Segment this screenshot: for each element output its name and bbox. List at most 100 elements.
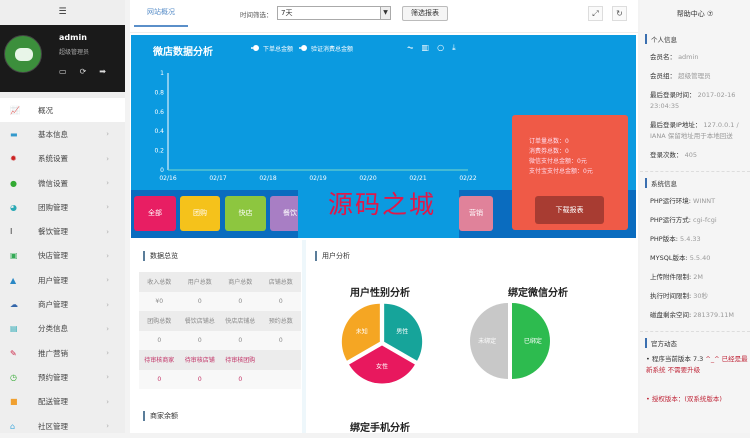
x-tick-label: 02/19 [309, 175, 326, 182]
sidebar-item[interactable]: ◷ 预约管理 › [0, 365, 125, 389]
sidebar-item-label: 快店管理 [38, 251, 68, 261]
bar-chart-icon[interactable]: ▥ [422, 43, 430, 53]
menu-icon: ▤ [10, 324, 18, 334]
help-center-link[interactable]: 帮助中心 ⑦ [640, 0, 750, 28]
refresh-icon[interactable]: ⟳ [80, 67, 87, 76]
sidebar-item-label: 社区管理 [38, 421, 68, 431]
sidebar-item-label: 系统设置 [38, 154, 68, 164]
sidebar-item[interactable]: ● 微信设置 › [0, 171, 125, 195]
filter-report-button[interactable]: 筛选报表 [402, 6, 448, 21]
watermark: 源码之城 [328, 190, 437, 219]
pie-label: 未绑定 [478, 337, 496, 345]
gender-pie-title: 用户性别分析 [350, 288, 410, 299]
menu-icon: ✹ [10, 154, 17, 164]
x-tick-label: 02/18 [259, 175, 276, 182]
stat-value: 0 [179, 330, 220, 350]
sidebar-item-label: 餐饮管理 [38, 227, 68, 237]
sidebar-menu: 📈 概况 ▬ 基本信息 › ✹ 系统设置 › ● 微信设置 › ◕ 团购管理 › Ⅰ 餐饮管理 › ▣ 快店管理 › ▲… [0, 98, 125, 438]
coupon-total: 消费券总数：0 [529, 148, 569, 155]
news-heading: 官方动态 [645, 338, 750, 348]
license-news[interactable]: • 授权版本：(双系统版本) [640, 394, 750, 405]
stat-value: 0 [139, 330, 180, 350]
download-icon[interactable]: ⤓ [452, 43, 456, 53]
main-content: 网站概况 时间筛选： 7天 ▼ 筛选报表 ⤢ ↻ 微店数据分析 下单总金额 验证消… [130, 0, 638, 434]
personal-info-row: 会员组： 超级管理员 [650, 72, 711, 80]
menu-icon: ▬ [10, 129, 18, 139]
menu-icon: ◕ [10, 202, 17, 212]
category-button[interactable]: 营销 [459, 196, 493, 231]
refresh-icon[interactable]: ↻ [612, 6, 627, 21]
menu-icon: ◷ [10, 372, 17, 382]
sidebar-item-label: 概况 [38, 105, 53, 115]
version-news: • 程序当前版本 7.3 ^_^ 已经是最新系统 不需要升级 [646, 355, 748, 374]
category-button[interactable]: 团购 [180, 196, 220, 231]
user-role: 超级管理员 [59, 49, 90, 56]
pie-label: 未知 [356, 327, 368, 335]
line-chart-icon[interactable]: ⏦ [407, 43, 414, 53]
legend-item[interactable]: 下单总金额 [253, 44, 293, 53]
download-report-button[interactable]: 下载报表 [535, 196, 604, 224]
stat-value: 0 [260, 330, 301, 350]
system-info-row: 执行时间限制: 30秒 [650, 292, 709, 300]
x-tick-label: 02/22 [459, 175, 476, 182]
monitor-icon[interactable]: ▭ [59, 67, 67, 76]
sidebar-item[interactable]: 📈 概况 [0, 98, 125, 123]
sidebar-item-label: 团购管理 [38, 202, 68, 212]
stat-label: 预约总数 [260, 311, 301, 331]
x-tick-label: 02/16 [159, 175, 176, 182]
category-button[interactable]: 快店 [225, 196, 266, 231]
menu-icon: ▣ [10, 251, 18, 261]
fullscreen-icon[interactable]: ⤢ [588, 6, 603, 21]
system-info-row: 磁盘剩余空间: 281379.11M [650, 311, 735, 319]
alipay-total: 支付宝支付总金额：0元 [529, 168, 593, 175]
stat-label [260, 350, 301, 370]
order-total: 订单量总数：0 [529, 138, 569, 145]
legend-item[interactable]: 验证消费总金额 [301, 44, 353, 53]
y-tick-label: 0.4 [154, 128, 164, 135]
sidebar-item[interactable]: ✎ 推广营销 › [0, 341, 125, 365]
stat-label: 团购总数 [139, 311, 180, 331]
y-tick-label: 0.2 [154, 148, 164, 155]
sidebar-item[interactable]: ▲ 用户管理 › [0, 268, 125, 292]
avatar[interactable] [4, 35, 42, 73]
chevron-right-icon: › [106, 130, 109, 139]
chevron-right-icon: › [106, 324, 109, 333]
user-profile: admin 超级管理员 ▭ ⟳ ➡ [0, 25, 125, 92]
chevron-right-icon: › [106, 179, 109, 188]
sidebar-item[interactable]: ⌂ 社区管理 › [0, 414, 125, 438]
summary-box: 订单量总数：0 消费券总数：0 微信支付总金额：0元 支付宝支付总金额：0元 下… [512, 115, 628, 230]
menu-icon: ✎ [10, 348, 17, 358]
menu-icon: ☁ [10, 300, 18, 310]
stats-table: 收入总数 用户总数 商户总数 店铺总数 ¥0 0 0 0 团购总数 餐饮店铺总 快店店铺总 预约总数 0… [139, 272, 301, 389]
chevron-down-icon: ▼ [380, 7, 390, 19]
chart-title: 微店数据分析 [153, 47, 213, 58]
menu-icon: Ⅰ [10, 227, 13, 237]
system-info-row: 上传附件限制: 2M [650, 273, 704, 281]
time-filter-select[interactable]: 7天 ▼ [277, 6, 391, 20]
sidebar-item[interactable]: ▬ 基本信息 › [0, 122, 125, 146]
menu-icon: ▲ [10, 275, 17, 285]
menu-toggle-icon[interactable]: ☰ [0, 0, 125, 25]
system-info-row: PHP版本: 5.4.33 [650, 235, 701, 243]
sidebar-item[interactable]: ◕ 团购管理 › [0, 195, 125, 219]
sidebar-item-label: 分类信息 [38, 324, 68, 334]
sidebar-item[interactable]: ☁ 商户管理 › [0, 292, 125, 316]
stat-value: 0 [139, 369, 180, 389]
info-panel: 帮助中心 ⑦ 个人信息 会员名： admin 会员组： 超级管理员 最后登录时间： … [640, 0, 750, 433]
tab-site-overview[interactable]: 网站概况 [134, 0, 188, 27]
stat-value: 0 [260, 291, 301, 311]
stat-value: 0 [220, 330, 261, 350]
menu-icon: ■ [10, 397, 18, 407]
stat-label: 收入总数 [139, 272, 180, 292]
x-tick-label: 02/20 [359, 175, 376, 182]
sidebar-item[interactable]: ▤ 分类信息 › [0, 317, 125, 341]
stat-label: 用户总数 [179, 272, 220, 292]
sidebar-item[interactable]: ▣ 快店管理 › [0, 244, 125, 268]
sidebar-item[interactable]: Ⅰ 餐饮管理 › [0, 219, 125, 243]
category-button[interactable]: 全部 [134, 196, 176, 231]
restore-icon[interactable]: ○ [437, 43, 444, 53]
stat-label: 店铺总数 [260, 272, 301, 292]
logout-icon[interactable]: ➡ [99, 67, 106, 76]
sidebar-item[interactable]: ■ 配送管理 › [0, 390, 125, 414]
sidebar-item[interactable]: ✹ 系统设置 › [0, 147, 125, 171]
